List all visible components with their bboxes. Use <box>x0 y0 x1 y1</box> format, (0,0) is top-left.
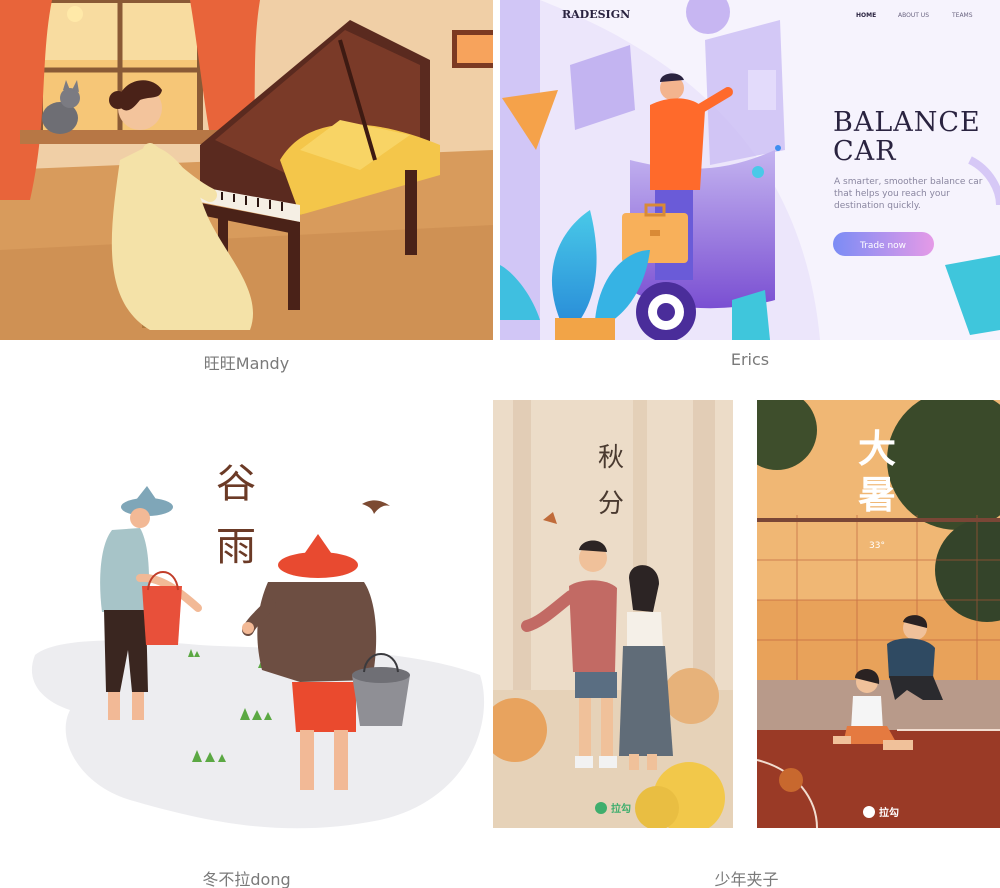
hero-desc-line-1: A smarter, smoother balance car <box>834 177 983 187</box>
site-logo[interactable]: RADESIGN <box>562 8 630 21</box>
poster-title-char-shu: 暑 <box>858 472 896 517</box>
temperature-label: 33° <box>869 541 885 551</box>
artwork-guyu-poster[interactable]: 谷 雨 <box>0 400 493 840</box>
hero-title-line-1: BALANCE <box>833 107 981 138</box>
poster-title-char-qiu: 秋 <box>598 443 624 473</box>
trade-now-label: Trade now <box>859 241 906 251</box>
nav-link-teams[interactable]: TEAMS <box>951 12 973 19</box>
poster-title-char-fen: 分 <box>598 489 624 519</box>
poster-title-char-da: 大 <box>858 426 896 471</box>
artwork-balance-car-landing[interactable]: RADESIGN HOME ABOUT US TEAMS BALANCE CAR… <box>500 0 1000 340</box>
artist-caption-4: 少年夹子 <box>714 870 779 888</box>
brand-label-right: 拉勾 <box>879 806 899 819</box>
hero-title-line-2: CAR <box>833 136 897 167</box>
poster-title-char-2: 雨 <box>216 524 256 570</box>
artist-caption-3: 冬不拉dong <box>202 870 291 888</box>
hero-desc-line-2: that helps you reach your <box>834 189 950 199</box>
artwork-dashu-poster[interactable]: 大 暑 33° 拉勾 <box>757 400 1000 828</box>
brand-label-left: 拉勾 <box>611 802 631 815</box>
artwork-qiufen-poster[interactable]: 秋 分 拉勾 <box>493 400 733 828</box>
artwork-piano-illustration[interactable] <box>0 0 493 340</box>
nav-link-about[interactable]: ABOUT US <box>898 12 929 19</box>
poster-title-char-1: 谷 <box>216 461 256 507</box>
artist-caption-2: Erics <box>730 350 770 369</box>
hero-desc-line-3: destination quickly. <box>834 201 921 211</box>
nav-link-home[interactable]: HOME <box>856 12 876 19</box>
artist-caption-1: 旺旺Mandy <box>203 354 290 373</box>
